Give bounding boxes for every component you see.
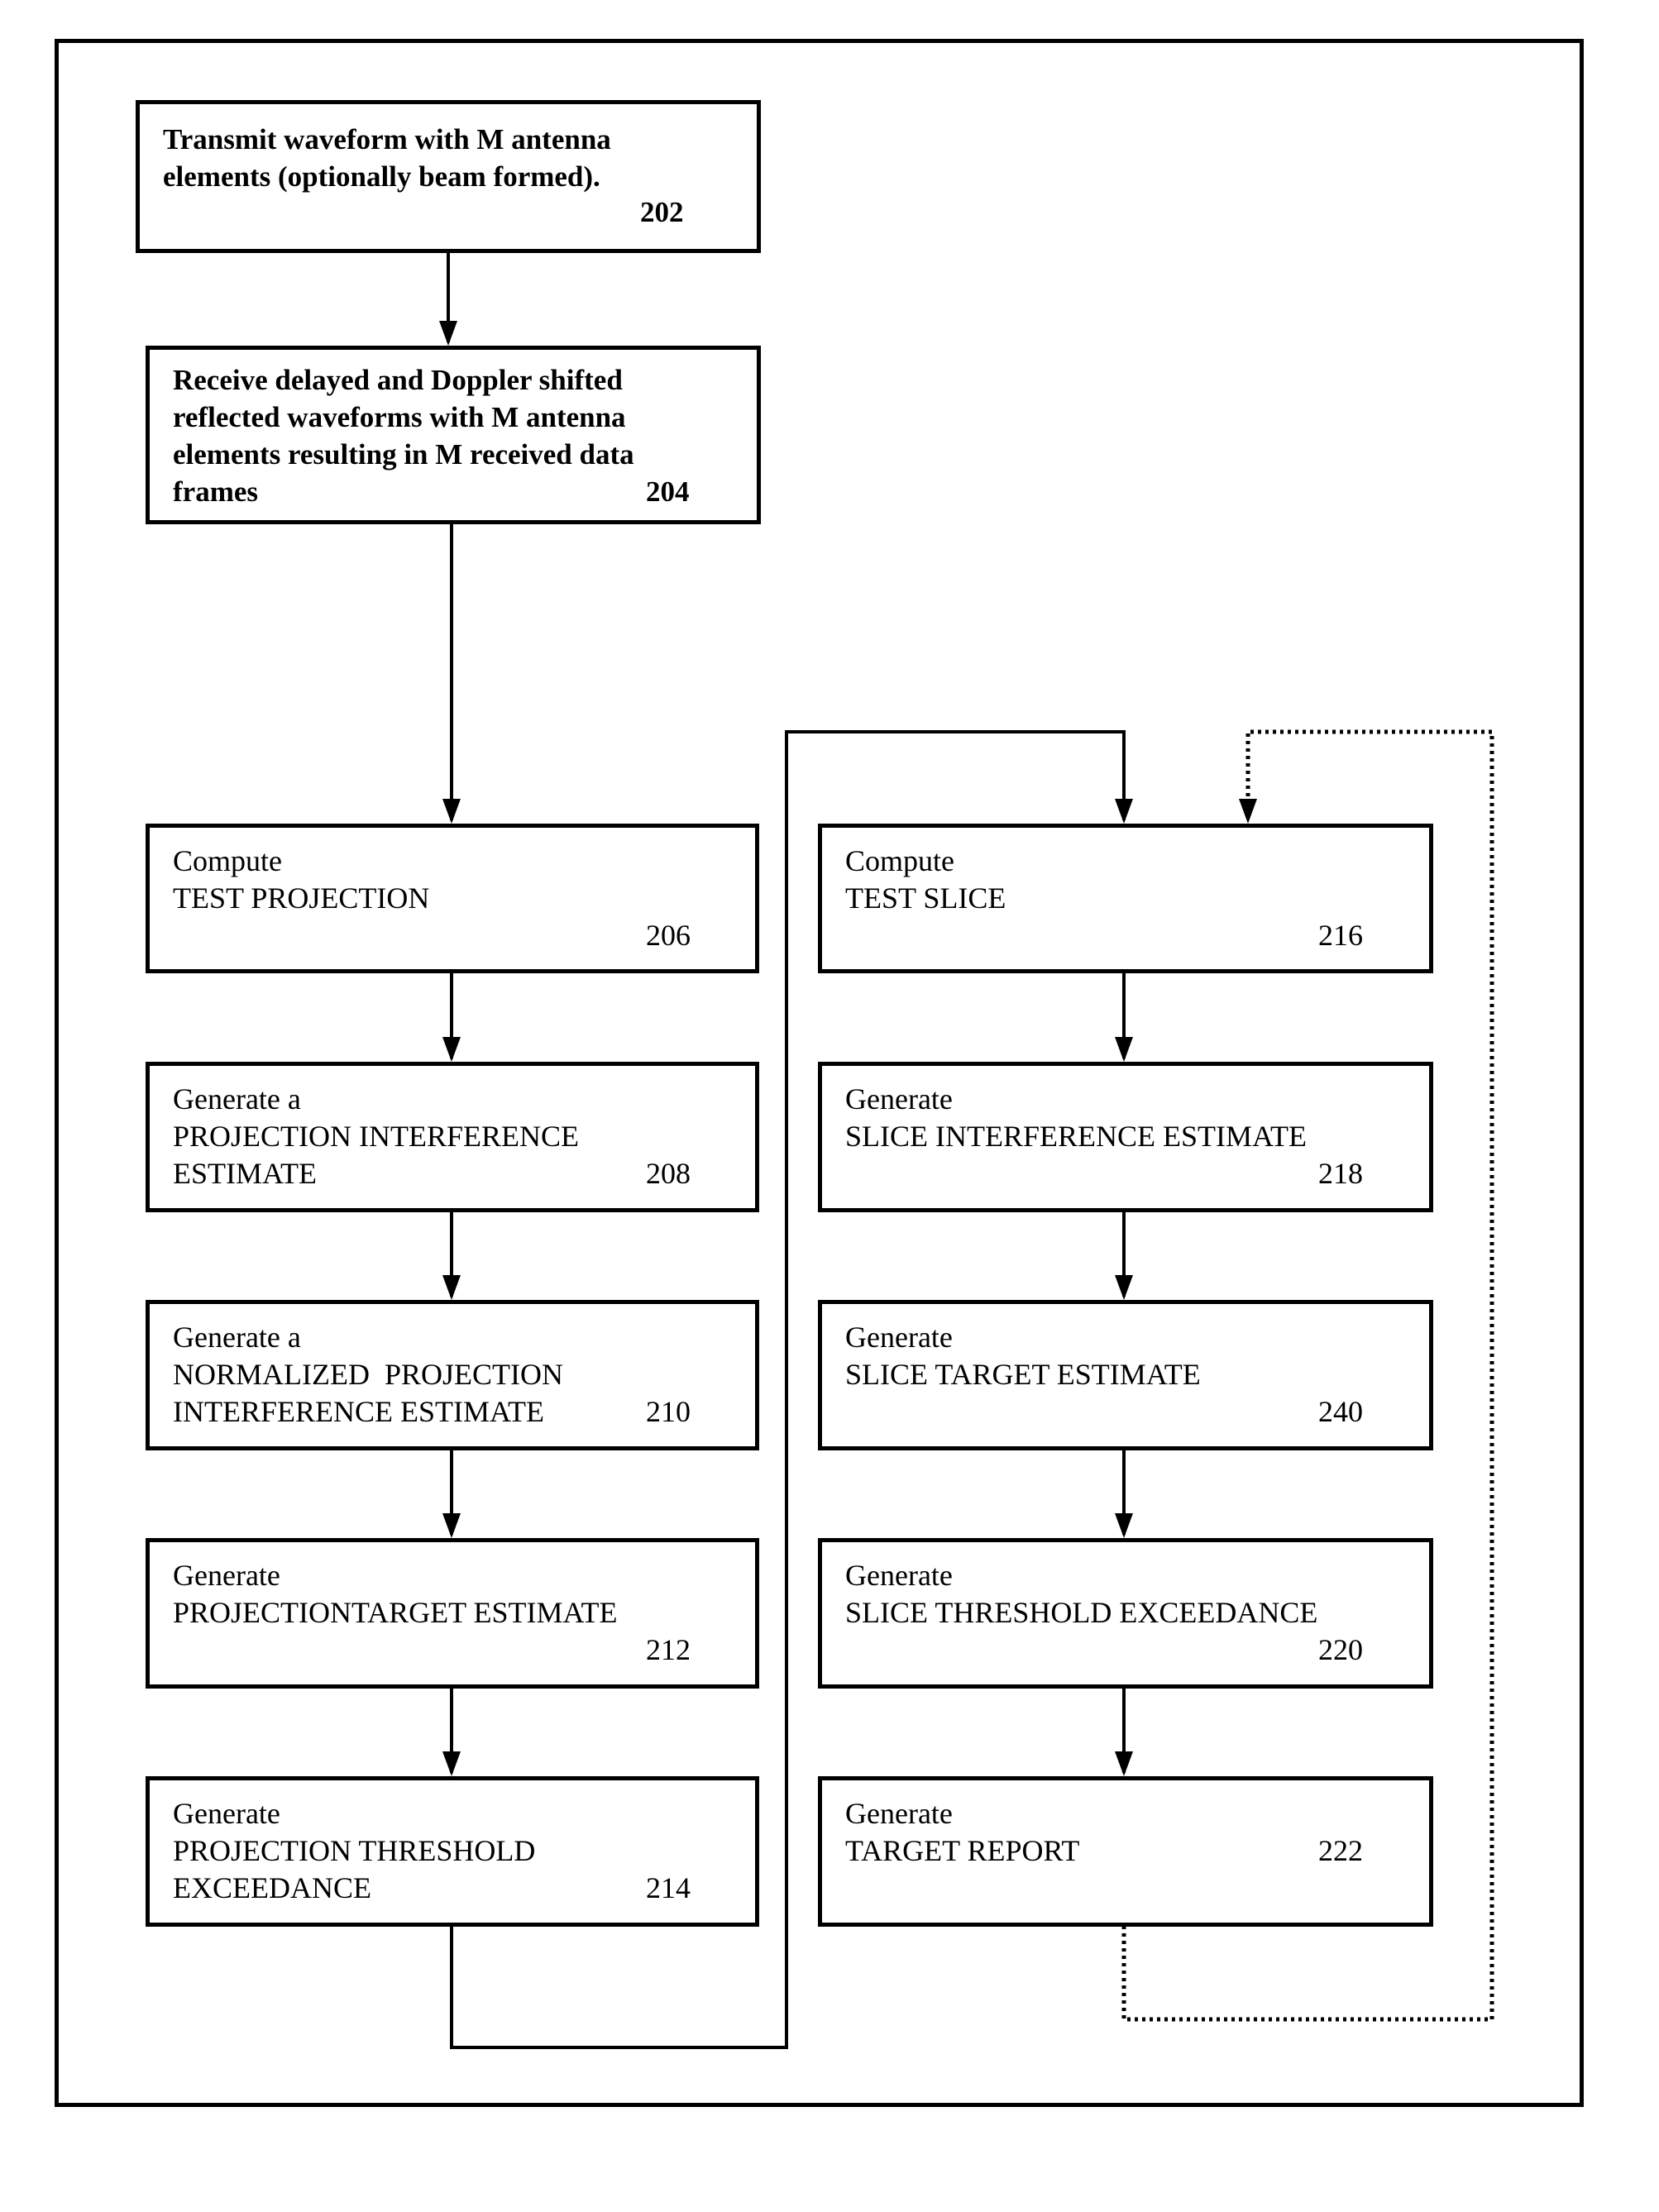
step-box-218: Generate SLICE INTERFERENCE ESTIMATE 218 xyxy=(818,1062,1433,1212)
step-text-line: Compute xyxy=(173,844,282,877)
arrowhead-icon xyxy=(1115,1275,1133,1300)
step-number: 220 xyxy=(1318,1633,1363,1666)
step-box-204: Receive delayed and Doppler shifted refle… xyxy=(146,346,761,524)
step-text: Compute TEST SLICE xyxy=(845,843,1413,917)
step-number: 214 xyxy=(646,1871,691,1904)
step-box-240: Generate SLICE TARGET ESTIMATE 240 xyxy=(818,1300,1433,1450)
step-text-line: PROJECTION INTERFERENCE xyxy=(173,1120,580,1153)
step-number: 240 xyxy=(1318,1395,1363,1428)
step-text-line: Receive delayed and Doppler shifted xyxy=(173,364,623,396)
step-number: 212 xyxy=(646,1633,691,1666)
arrowhead-icon xyxy=(442,1275,461,1300)
step-number: 206 xyxy=(646,919,691,952)
step-text-line: NORMALIZED PROJECTION xyxy=(173,1358,563,1391)
arrowhead-icon xyxy=(1239,799,1257,824)
step-box-222: Generate TARGET REPORT 222 xyxy=(818,1776,1433,1927)
step-box-214: Generate PROJECTION THRESHOLD EXCEEDANCE 2… xyxy=(146,1776,759,1927)
step-text-line: elements (optionally beam formed). xyxy=(163,160,600,193)
step-text-line: reflected waveforms with M antenna xyxy=(173,401,626,433)
step-box-208: Generate a PROJECTION INTERFERENCE ESTIMAT… xyxy=(146,1062,759,1212)
step-box-216: Compute TEST SLICE 216 xyxy=(818,824,1433,973)
step-text-line: SLICE TARGET ESTIMATE xyxy=(845,1358,1201,1391)
arrowhead-icon xyxy=(1115,1037,1133,1062)
step-text-line: Transmit waveform with M antenna xyxy=(163,123,611,155)
step-text-line: TEST SLICE xyxy=(845,881,1006,915)
step-number: 202 xyxy=(640,196,684,228)
arrowhead-icon xyxy=(1115,1513,1133,1538)
step-number: 216 xyxy=(1318,919,1363,952)
step-text-line: Generate a xyxy=(173,1321,301,1354)
step-text-line: PROJECTIONTARGET ESTIMATE xyxy=(173,1596,618,1629)
step-text-line: Generate a xyxy=(173,1082,301,1116)
step-text-line: Compute xyxy=(845,844,954,877)
step-text: Generate SLICE INTERFERENCE ESTIMATE xyxy=(845,1081,1413,1155)
arrowhead-icon xyxy=(442,1037,461,1062)
arrowhead-icon xyxy=(1115,799,1133,824)
step-text-line: SLICE THRESHOLD EXCEEDANCE xyxy=(845,1596,1318,1629)
step-text: Compute TEST PROJECTION xyxy=(173,843,739,917)
step-number: 210 xyxy=(646,1395,691,1428)
step-number: 204 xyxy=(646,475,690,508)
step-text-line: Generate xyxy=(845,1082,953,1116)
step-text-line: Generate xyxy=(845,1797,953,1830)
arrowhead-icon xyxy=(442,1513,461,1538)
step-text-line: TEST PROJECTION xyxy=(173,881,430,915)
step-text: Generate SLICE TARGET ESTIMATE xyxy=(845,1319,1413,1393)
step-text: Transmit waveform with M antenna elements… xyxy=(163,121,740,195)
step-box-220: Generate SLICE THRESHOLD EXCEEDANCE 220 xyxy=(818,1538,1433,1689)
step-text-line: Generate xyxy=(173,1559,280,1592)
step-text: Generate PROJECTIONTARGET ESTIMATE xyxy=(173,1557,739,1632)
step-text-line: Generate xyxy=(845,1321,953,1354)
step-number: 218 xyxy=(1318,1157,1363,1190)
step-number: 222 xyxy=(1318,1834,1363,1867)
step-text-line: elements resulting in M received data xyxy=(173,438,634,471)
arrowhead-icon xyxy=(439,321,457,346)
step-box-210: Generate a NORMALIZED PROJECTION INTERFERE… xyxy=(146,1300,759,1450)
flowchart-canvas: Transmit waveform with M antenna elements… xyxy=(0,0,1659,2212)
step-text-line: Generate xyxy=(845,1559,953,1592)
arrowhead-icon xyxy=(442,799,461,824)
step-box-202: Transmit waveform with M antenna elements… xyxy=(136,100,761,253)
step-text-line: Generate xyxy=(173,1797,280,1830)
step-text-line: PROJECTION THRESHOLD xyxy=(173,1834,536,1867)
step-text-line: SLICE INTERFERENCE ESTIMATE xyxy=(845,1120,1307,1153)
step-text: Generate SLICE THRESHOLD EXCEEDANCE xyxy=(845,1557,1413,1632)
step-number: 208 xyxy=(646,1157,691,1190)
step-box-212: Generate PROJECTIONTARGET ESTIMATE 212 xyxy=(146,1538,759,1689)
arrowhead-icon xyxy=(442,1751,461,1776)
arrowhead-icon xyxy=(1115,1751,1133,1776)
step-box-206: Compute TEST PROJECTION 206 xyxy=(146,824,759,973)
